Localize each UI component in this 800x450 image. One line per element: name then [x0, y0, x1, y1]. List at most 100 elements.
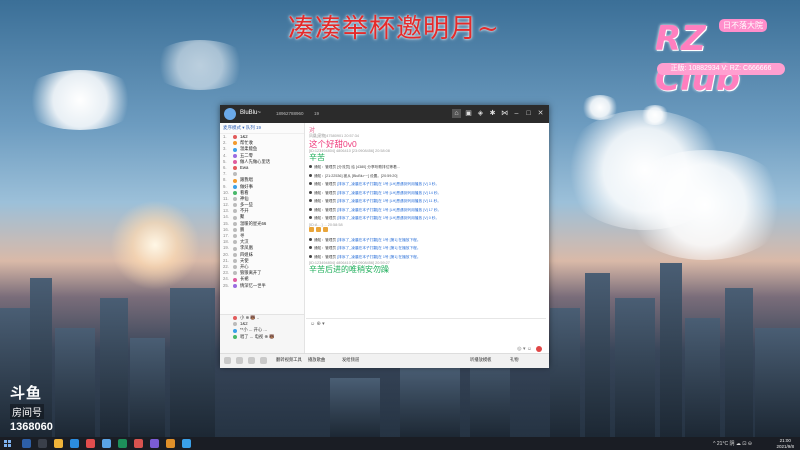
member-avatar-icon [233, 277, 237, 282]
member-list-panel: 麦序模式 ▾ 队列 19 1. 1&2 2. 帮忙收 3. 温柔能鱼 4. 五二零 5. 做人先做… [220, 123, 305, 353]
reaction-icon[interactable] [316, 226, 321, 232]
notice-link[interactable]: [排序了_凌晨在本子打翻]在 1号 [第1] 在播放下程。 [337, 255, 420, 259]
notice-dot-icon [309, 173, 312, 177]
member-avatar-icon [233, 147, 237, 152]
search-icon[interactable] [22, 439, 31, 448]
notice-link[interactable]: [排序了_凌晨在本子打翻]在 1号 [LH]恩遇到列用播放 [V] 0 秒。 [337, 216, 439, 220]
taskbar-clock[interactable]: 21:00 2021/9/8 [776, 438, 794, 449]
play-song-button[interactable]: 播放歌曲 [308, 357, 325, 363]
notice-text: [21:22536] 被从 [BluBlu~~] 设置。[20:59:20] [325, 173, 398, 178]
explorer-icon[interactable] [54, 439, 63, 448]
notice-dot-icon [309, 190, 312, 194]
notice-link[interactable]: [排序了_凌晨在本子打翻]在 1号 [第1] 在播放下程。 [337, 246, 420, 250]
settings-icon[interactable]: ✱ [488, 109, 497, 118]
member-avatar-icon [233, 197, 237, 202]
reaction-icons [309, 226, 546, 236]
minimize-icon[interactable]: – [512, 109, 521, 118]
douyu-room-number: 1368060 [10, 421, 53, 433]
app-icon[interactable] [118, 439, 127, 448]
edge-icon[interactable] [70, 439, 79, 448]
app-icon[interactable] [86, 439, 95, 448]
voice-chat-window: BluBlu~ 18962788960 19 ⌂ ▣ ◈ ✱ ⋈ – □ ✕ 麦… [220, 105, 549, 368]
club-logo: RZ Club 日不落大院 正版: 10882934 V: RZ: C66666… [655, 15, 790, 99]
close-icon[interactable]: ✕ [536, 109, 545, 118]
user-name: BluBlu~ [240, 110, 261, 116]
system-notices: 通知： 管理员 [分流员] 给 [4380] 分享听歌排位等着... 通知： [21:… [306, 163, 546, 223]
member-avatar-icon [233, 228, 237, 232]
system-notice: 通知：管理员 [排序了_凌晨在本子打翻]在 1号 [LH]恩遇到列用播放 [V]… [309, 214, 546, 223]
douyu-watermark: 斗鱼 房间号 1368060 [10, 382, 53, 433]
notice-dot-icon [309, 237, 312, 241]
notice-prefix: 通知： [314, 207, 326, 212]
member-avatar-icon [233, 141, 237, 146]
template-button[interactable]: 听播放模板 [470, 357, 491, 363]
emoji-tools[interactable]: ☺ ⊕ ▾ [310, 321, 325, 327]
send-icon[interactable] [536, 346, 542, 352]
video-tool-button[interactable]: 翻转视频工具 [276, 357, 302, 363]
notice-prefix: 通知： [314, 182, 326, 186]
notice-link[interactable]: [排序了_凌晨在本子打翻]在 1号 [LH]恩遇到列用播放 [V] 3 秒。 [337, 182, 439, 186]
member-avatar-icon [233, 246, 237, 251]
member-avatar-icon [233, 221, 237, 226]
message-icon[interactable]: ▣ [464, 109, 473, 118]
notice-text: 管理员 [325, 246, 338, 250]
app-icon[interactable] [102, 439, 111, 448]
member-index: 25. [223, 282, 229, 288]
windows-start-icon[interactable] [4, 440, 11, 447]
notice-text: 管理员 [325, 216, 338, 220]
member-row[interactable]: 25. 情深忆一世半 [220, 283, 304, 289]
speaker-icon[interactable] [248, 357, 255, 364]
system-notice: 通知：管理员 [排序了_凌晨在本子打翻]在 1号 [第1] 在播放下程。 [309, 253, 546, 262]
share-icon[interactable]: ⋈ [500, 109, 509, 118]
member-avatar-icon [233, 172, 237, 177]
notice-prefix: 通知： [314, 190, 326, 195]
notice-link[interactable]: [排序了_凌晨在本子打翻]在 1号 [第1] 在播放下程。 [337, 238, 420, 242]
app-icon[interactable] [134, 439, 143, 448]
send-channel-button[interactable]: 发给频道 [342, 357, 359, 363]
member-avatar-icon [233, 203, 237, 208]
chat-message: 辛苦后进的唯稍安勿躁 [309, 265, 389, 274]
notice-text: 管理员 [325, 190, 338, 195]
message-input[interactable]: ◎ ▾ ☺ [306, 329, 546, 353]
clock-date: 2021/9/8 [776, 443, 794, 449]
mic-icon[interactable] [224, 357, 231, 364]
notice-dot-icon [309, 207, 312, 211]
notice-text: 管理员 [325, 237, 338, 242]
system-tray[interactable]: ^ 21°C 阴 ☁ ⊡ ⊖ [713, 440, 752, 447]
logo-info-bar: 正版: 10882934 V: RZ: C666666 [657, 63, 785, 75]
send-tools[interactable]: ◎ ▾ ☺ [517, 346, 532, 352]
system-notice: 通知：管理员 [排序了_凌晨在本子打翻]在 1号 [LH]恩遇到列用播放 [V]… [309, 197, 546, 206]
app-icon[interactable] [150, 439, 159, 448]
member-avatar-icon [233, 322, 237, 327]
notice-link[interactable]: [排序了_凌晨在本子打翻]在 1号 [LH]恩遇到列用播放 [V] 14 秒。 [337, 191, 441, 195]
cloud [150, 40, 250, 90]
chat-panel: 对 凤凰[宠物]47580901 20:57:34 这个好甜0v0 [ID:12… [306, 123, 546, 319]
notice-link[interactable]: [排序了_凌晨在本子打翻]在 1号 [LH]恩遇到列用播放 [V] 17 秒。 [337, 208, 441, 212]
system-notice: 通知：管理员 [排序了_凌晨在本子打翻]在 1号 [LH]恩遇到列用播放 [V]… [309, 206, 546, 215]
system-notice: 通知：管理员 [排序了_凌晨在本子打翻]在 1号 [LH]恩遇到列用播放 [V]… [309, 189, 546, 198]
notice-text: 管理员 [325, 254, 338, 259]
record-icon[interactable] [260, 357, 267, 364]
member-row[interactable]: 唱了 ... 电视 ⊕ 🐻 [220, 334, 304, 340]
queue-header[interactable]: 麦序模式 ▾ 队列 19 [220, 123, 304, 134]
gift-button[interactable]: 礼物 [510, 357, 519, 363]
app-icon[interactable] [166, 439, 175, 448]
reaction-icon[interactable] [323, 226, 328, 232]
member-avatar-icon [233, 178, 237, 183]
home-icon[interactable]: ⌂ [452, 109, 461, 118]
user-avatar[interactable] [224, 108, 236, 120]
game-icon[interactable]: ◈ [476, 109, 485, 118]
maximize-icon[interactable]: □ [524, 109, 533, 118]
member-avatar-icon [233, 190, 237, 195]
notice-link[interactable]: [排序了_凌晨在本子打翻]在 1号 [LH]恩遇到列用播放 [V] 11 秒。 [337, 199, 441, 203]
member-avatar-icon [233, 153, 237, 158]
member-footer: 小 ⊕ 🐻 .. 1&2 **小 ... 开心 ... 唱了 ... 电视 ⊕ 🐻 [220, 314, 304, 353]
system-notice: 通知：管理员 [排序了_凌晨在本子打翻]在 1号 [第1] 在播放下程。 [309, 244, 546, 253]
taskview-icon[interactable] [38, 439, 47, 448]
notice-text: 管理员 [分流员] 给 [4380] 分享听歌排位等着... [325, 165, 400, 169]
member-avatar-icon [233, 240, 237, 245]
notice-dot-icon [309, 246, 312, 249]
reaction-icon[interactable] [309, 226, 314, 232]
app-icon[interactable] [182, 439, 191, 448]
headset-icon[interactable] [236, 357, 243, 364]
